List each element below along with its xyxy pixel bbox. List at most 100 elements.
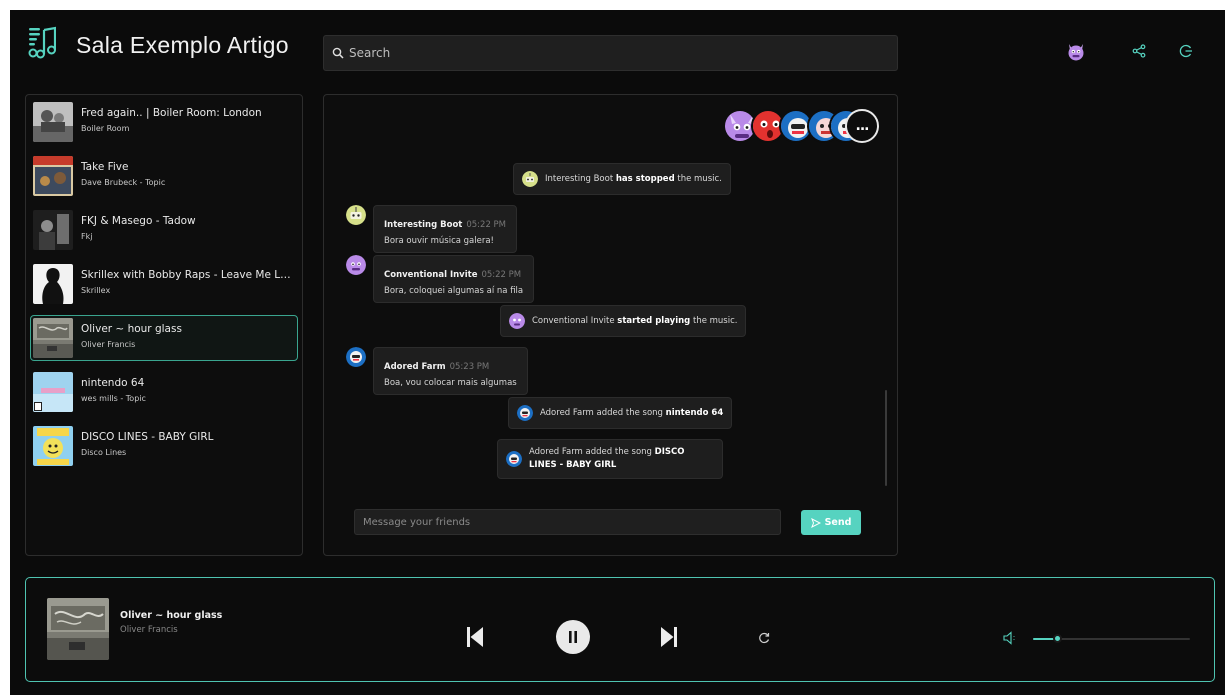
queue-item[interactable]: FKJ & Masego - Tadow Fkj — [30, 207, 298, 253]
chat-scrollbar[interactable] — [885, 390, 887, 486]
logout-button[interactable] — [1176, 41, 1196, 61]
send-label: Send — [824, 517, 852, 528]
message-text: Boa, vou colocar mais algumas — [384, 378, 517, 388]
song-thumbnail — [33, 156, 73, 196]
song-queue: Fred again.. | Boiler Room: London Boile… — [25, 94, 303, 556]
blue-robot-avatar-icon — [506, 451, 522, 467]
song-thumbnail — [33, 102, 73, 142]
song-artist: Boiler Room — [81, 124, 130, 133]
search-bar[interactable] — [323, 35, 898, 71]
song-artist: Dave Brubeck - Topic — [81, 178, 166, 187]
robot-avatar-icon — [522, 171, 538, 187]
music-notes-logo-icon — [28, 26, 56, 59]
queue-item[interactable]: Fred again.. | Boiler Room: London Boile… — [30, 99, 298, 145]
robot-avatar-icon — [346, 205, 366, 225]
now-playing-artist: Oliver Francis — [120, 625, 178, 635]
event-action: added the song — [585, 447, 652, 457]
skip-next-icon — [661, 627, 677, 647]
search-icon — [332, 47, 344, 59]
send-button[interactable]: Send — [801, 510, 861, 535]
message-author: Adored Farm — [384, 362, 446, 372]
event-action: started playing — [617, 316, 691, 326]
queue-item-active[interactable]: Oliver ~ hour glass Oliver Francis — [30, 315, 298, 361]
song-title: FKJ & Masego - Tadow — [81, 215, 196, 227]
song-title: Skrillex with Bobby Raps - Leave Me Like… — [81, 269, 291, 281]
event-suffix: the music. — [677, 174, 722, 184]
app-root: Sala Exemplo Artigo Search Fred again.. … — [10, 10, 1225, 695]
message-time: 05:22 PM — [481, 270, 522, 280]
event-actor: Interesting Boot — [545, 174, 614, 184]
queue-item[interactable]: DISCO LINES - BABY GIRL Disco Lines — [30, 423, 298, 469]
next-button[interactable] — [660, 626, 678, 648]
system-event: Adored Farm added the song nintendo 64 — [508, 397, 733, 429]
now-playing-thumbnail — [47, 598, 109, 660]
now-playing-title: Oliver ~ hour glass — [120, 610, 223, 621]
song-title: nintendo 64 — [81, 377, 145, 389]
skip-previous-icon — [467, 627, 483, 647]
share-button[interactable] — [1129, 41, 1149, 61]
logout-icon — [1179, 44, 1192, 58]
volume-slider[interactable] — [1033, 634, 1190, 643]
monster-avatar-icon — [346, 255, 366, 275]
system-event: Conventional Invite started playing the … — [500, 305, 747, 337]
event-actor: Conventional Invite — [532, 316, 615, 326]
system-event: Interesting Boot has stopped the music. — [513, 163, 731, 195]
song-title: Take Five — [81, 161, 129, 173]
message-bubble: Interesting Boot 05:22 PM Bora ouvir músi… — [373, 205, 518, 253]
queue-item[interactable]: nintendo 64 wes mills - Topic — [30, 369, 298, 415]
music-player: Oliver ~ hour glass Oliver Francis — [25, 577, 1215, 682]
message-time: 05:22 PM — [466, 220, 507, 230]
send-icon — [810, 517, 821, 528]
song-thumbnail — [33, 426, 73, 466]
repeat-button[interactable] — [758, 632, 770, 644]
pause-button[interactable] — [556, 620, 590, 654]
song-title: Fred again.. | Boiler Room: London — [81, 107, 262, 119]
song-thumbnail — [33, 318, 73, 358]
message-time: 05:23 PM — [449, 362, 490, 372]
song-artist: Oliver Francis — [81, 340, 136, 349]
song-title: Oliver ~ hour glass — [81, 323, 182, 335]
blue-robot-avatar-icon — [346, 347, 366, 367]
chat-message: Conventional Invite 05:22 PM Bora, coloqu… — [346, 255, 535, 303]
monster-avatar-icon — [509, 313, 525, 329]
song-thumbnail — [33, 264, 73, 304]
chat-message: Interesting Boot 05:22 PM Bora ouvir músi… — [346, 205, 518, 253]
message-bubble: Conventional Invite 05:22 PM Bora, coloqu… — [373, 255, 535, 303]
song-thumbnail — [33, 210, 73, 250]
event-actor: Adored Farm — [529, 447, 583, 457]
system-event: Adored Farm added the song DISCO LINES -… — [497, 439, 723, 479]
room-members: ... — [723, 109, 879, 143]
message-text: Bora ouvir música galera! — [384, 236, 494, 246]
event-suffix: the music. — [692, 316, 738, 326]
song-artist: Disco Lines — [81, 448, 127, 457]
message-input[interactable] — [354, 509, 781, 535]
search-input[interactable] — [349, 46, 849, 60]
monster-avatar-icon — [1068, 44, 1084, 61]
event-action: added the song — [596, 408, 663, 418]
event-song: nintendo 64 — [665, 408, 724, 418]
song-artist: wes mills - Topic — [81, 394, 146, 403]
chat-panel: ... Interesting Boot has stopped the mus… — [323, 94, 898, 556]
song-thumbnail — [33, 372, 73, 412]
queue-item[interactable]: Take Five Dave Brubeck - Topic — [30, 153, 298, 199]
repeat-icon — [759, 632, 770, 644]
song-artist: Skrillex — [81, 286, 111, 295]
message-text: Bora, coloquei algumas aí na fila — [384, 286, 524, 296]
event-action: has stopped — [615, 174, 675, 184]
volume-button[interactable] — [1003, 631, 1019, 645]
message-author: Interesting Boot — [384, 220, 463, 230]
share-icon — [1132, 44, 1146, 58]
previous-button[interactable] — [466, 626, 484, 648]
chat-message: Adored Farm 05:23 PM Boa, vou colocar mai… — [346, 347, 528, 395]
blue-robot-avatar-icon — [517, 405, 533, 421]
pause-icon — [569, 631, 577, 643]
more-members-button[interactable]: ... — [845, 109, 879, 143]
volume-low-icon — [1003, 631, 1015, 645]
volume-handle[interactable] — [1053, 634, 1062, 643]
queue-item[interactable]: Skrillex with Bobby Raps - Leave Me Like… — [30, 261, 298, 307]
user-avatar-button[interactable] — [1066, 41, 1086, 61]
message-bubble: Adored Farm 05:23 PM Boa, vou colocar mai… — [373, 347, 528, 395]
message-author: Conventional Invite — [384, 270, 478, 280]
room-title: Sala Exemplo Artigo — [76, 32, 289, 58]
event-actor: Adored Farm — [540, 408, 594, 418]
